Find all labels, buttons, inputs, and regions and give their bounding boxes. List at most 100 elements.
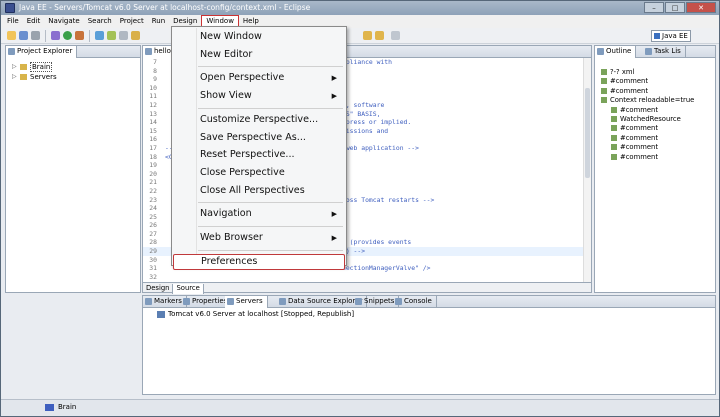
server-row[interactable]: Tomcat v6.0 Server at localhost [Stopped… xyxy=(157,310,354,318)
line-number: 19 xyxy=(149,161,157,170)
menu-item-label: Navigation xyxy=(200,208,252,220)
external-tools-icon[interactable] xyxy=(75,31,84,40)
project-explorer-panel: Project Explorer ▷ Brain ▷ Servers xyxy=(5,45,141,293)
expand-icon[interactable]: ▷ xyxy=(12,62,17,72)
line-number: 12 xyxy=(149,100,157,109)
line-number: 8 xyxy=(153,66,157,75)
menu-item-new-editor[interactable]: New Editor xyxy=(173,47,345,63)
new-icon[interactable] xyxy=(7,31,16,40)
line-number: 11 xyxy=(149,92,157,101)
outline-item[interactable]: #comment xyxy=(601,153,694,162)
menu-item-web-browser[interactable]: Web Browser ▶ xyxy=(173,230,345,246)
outline-item[interactable]: #comment xyxy=(601,87,694,96)
menu-separator xyxy=(198,249,343,251)
submenu-arrow-icon: ▶ xyxy=(331,74,337,83)
outline-node-icon xyxy=(601,97,607,104)
menu-item-close-perspective[interactable]: Close Perspective xyxy=(173,165,345,181)
line-number: 32 xyxy=(149,272,157,281)
open-type-icon[interactable] xyxy=(107,31,116,40)
outline-panel: Outline Task Lis ?-? xml #comment #comment… xyxy=(594,45,716,293)
print-icon[interactable] xyxy=(31,31,40,40)
tab-design[interactable]: Design xyxy=(143,284,174,294)
menu-project[interactable]: Project xyxy=(116,15,148,28)
menu-item-label: Close All Perspectives xyxy=(200,184,305,196)
expand-icon[interactable]: ▷ xyxy=(12,72,17,82)
line-number: 22 xyxy=(149,186,157,195)
tree-item-servers[interactable]: ▷ Servers xyxy=(12,72,57,82)
outline-node-icon xyxy=(601,69,607,75)
tab-source[interactable]: Source xyxy=(173,284,204,294)
tab-task-list[interactable]: Task Lis xyxy=(643,46,686,58)
menu-bar: File Edit Navigate Search Project Run De… xyxy=(1,15,719,28)
menu-item-new-window[interactable]: New Window xyxy=(173,29,345,45)
line-number: 17 xyxy=(149,143,157,152)
menu-item-reset-perspective[interactable]: Reset Perspective... xyxy=(173,147,345,163)
tab-servers[interactable]: Servers xyxy=(225,296,268,308)
menu-item-close-all-perspectives[interactable]: Close All Perspectives xyxy=(173,183,345,199)
server-icon xyxy=(157,310,165,318)
submenu-arrow-icon: ▶ xyxy=(331,210,337,219)
minimize-button[interactable]: – xyxy=(644,2,664,13)
menu-item-customize-perspective[interactable]: Customize Perspective... xyxy=(173,112,345,128)
main-toolbar: Java EE xyxy=(1,28,719,44)
outline-item[interactable]: Context reloadable=true xyxy=(601,96,694,105)
next-icon[interactable] xyxy=(391,31,400,40)
back-icon[interactable] xyxy=(363,31,372,40)
tree-item-brain[interactable]: ▷ Brain xyxy=(12,62,57,72)
outline-node-icon xyxy=(611,153,617,160)
outline-node-icon xyxy=(611,144,617,151)
outline-item[interactable]: #comment xyxy=(601,134,694,143)
menu-item-preferences[interactable]: Preferences xyxy=(173,253,345,270)
line-number: 13 xyxy=(149,109,157,118)
maximize-button[interactable]: □ xyxy=(665,2,685,13)
menu-search[interactable]: Search xyxy=(84,15,116,28)
menu-item-show-view[interactable]: Show View ▶ xyxy=(173,88,345,104)
outline-item-label: #comment xyxy=(620,105,658,114)
outline-item-label: #comment xyxy=(620,133,658,142)
tab-console[interactable]: Console xyxy=(393,296,437,308)
project-folder-icon xyxy=(20,64,27,70)
outline-tree: ?-? xml #comment #comment Context reloadabl… xyxy=(601,68,694,162)
tab-outline[interactable]: Outline xyxy=(595,46,637,58)
outline-node-icon xyxy=(611,106,617,113)
line-number: 18 xyxy=(149,152,157,161)
outline-item[interactable]: #comment xyxy=(601,77,694,86)
server-label: Tomcat v6.0 Server at localhost [Stopped… xyxy=(168,310,355,318)
menu-edit[interactable]: Edit xyxy=(23,15,45,28)
outline-item[interactable]: #comment xyxy=(601,124,694,133)
editor-scrollbar[interactable] xyxy=(583,58,591,282)
run-icon[interactable] xyxy=(63,31,72,40)
submenu-arrow-icon: ▶ xyxy=(331,234,337,242)
outline-item[interactable]: WatchedResource xyxy=(601,115,694,124)
line-number: 28 xyxy=(149,238,157,247)
toggle-icon[interactable] xyxy=(119,31,128,40)
perspective-java-ee[interactable]: Java EE xyxy=(651,30,691,42)
line-number: 26 xyxy=(149,221,157,230)
line-number: 27 xyxy=(149,229,157,238)
line-number: 31 xyxy=(149,264,157,273)
menu-file[interactable]: File xyxy=(3,15,23,28)
menu-item-open-perspective[interactable]: Open Perspective ▶ xyxy=(173,70,345,86)
outline-item[interactable]: ?-? xml xyxy=(601,68,694,77)
menu-item-save-perspective-as[interactable]: Save Perspective As... xyxy=(173,130,345,146)
menu-run[interactable]: Run xyxy=(148,15,169,28)
tab-project-explorer[interactable]: Project Explorer xyxy=(6,46,78,58)
code-line[interactable]: 32 xyxy=(143,273,583,282)
line-number: 24 xyxy=(149,204,157,213)
search-icon[interactable] xyxy=(95,31,104,40)
outline-item[interactable]: #comment xyxy=(601,143,694,152)
eclipse-window: Java EE - Servers/Tomcat v6.0 Server at … xyxy=(0,0,720,417)
menu-navigate[interactable]: Navigate xyxy=(44,15,83,28)
menu-item-label: Close Perspective xyxy=(200,166,285,178)
line-number: 10 xyxy=(149,83,157,92)
debug-icon[interactable] xyxy=(51,31,60,40)
line-number: 14 xyxy=(149,118,157,127)
outline-item[interactable]: #comment xyxy=(601,106,694,115)
menu-item-navigation[interactable]: Navigation ▶ xyxy=(173,206,345,222)
forward-icon[interactable] xyxy=(375,31,384,40)
menu-item-label: New Window xyxy=(200,31,262,42)
close-button[interactable]: ✕ xyxy=(686,2,716,13)
marker-icon[interactable] xyxy=(131,31,140,40)
save-icon[interactable] xyxy=(19,31,28,40)
menu-item-label: Open Perspective xyxy=(200,72,285,84)
